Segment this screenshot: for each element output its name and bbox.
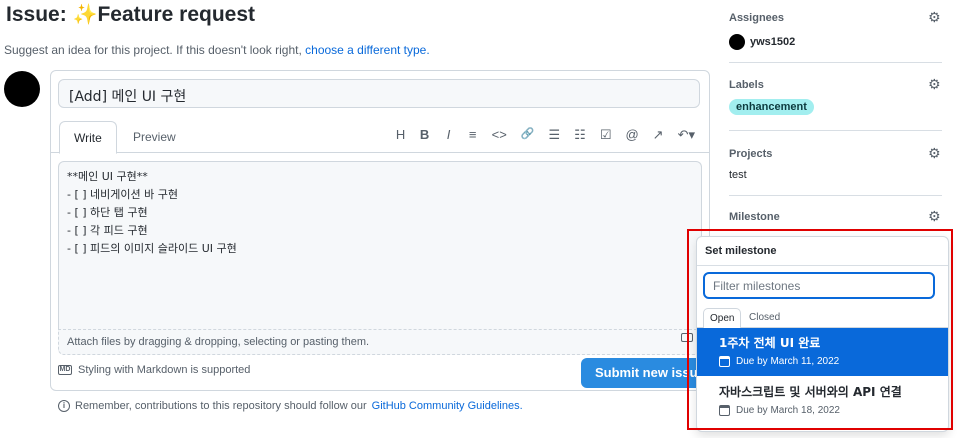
submit-issue-button[interactable]: Submit new issue bbox=[581, 358, 709, 388]
body-line: - [ ] 피드의 이미지 슬라이드 UI 구현 bbox=[67, 242, 237, 255]
milestone-name: 자바스크립트 및 서버와의 API 연결 bbox=[719, 385, 902, 399]
subtitle-text: Suggest an idea for this project. If thi… bbox=[4, 43, 302, 57]
markdown-note-text[interactable]: Styling with Markdown is supported bbox=[78, 364, 250, 376]
markdown-icon bbox=[681, 333, 693, 342]
label-badge: enhancement bbox=[729, 99, 814, 115]
milestone-due-text: Due by March 11, 2022 bbox=[736, 356, 840, 367]
numbered-list-icon[interactable]: ☷ bbox=[574, 127, 586, 143]
body-line: - [ ] 각 피드 구현 bbox=[67, 224, 148, 237]
info-icon: i bbox=[58, 400, 70, 412]
attach-files-area[interactable]: Attach files by dragging & dropping, sel… bbox=[58, 329, 702, 355]
body-line: - [ ] 하단 탭 구현 bbox=[67, 206, 148, 219]
choose-type-link[interactable]: choose a different type. bbox=[305, 43, 430, 57]
markdown-toolbar: H B I ≡ <> 🔗 ☰ ☷ ☑ @ ↗ ↶▾ bbox=[396, 127, 695, 143]
sparkles-icon: ✨ bbox=[72, 4, 98, 26]
sidebar-divider bbox=[729, 62, 942, 63]
milestone-item[interactable]: 1주차 전체 UI 완료 Due by March 11, 2022 bbox=[697, 328, 948, 376]
editor-tabbar: Write Preview H B I ≡ <> 🔗 ☰ ☷ ☑ @ ↗ ↶▾ bbox=[51, 121, 709, 154]
issue-title-input[interactable]: [Add] 메인 UI 구현 bbox=[58, 79, 700, 108]
filter-milestones-input[interactable]: Filter milestones bbox=[703, 272, 935, 299]
task-list-icon[interactable]: ☑ bbox=[600, 127, 612, 143]
issue-type: Feature request bbox=[97, 3, 256, 26]
italic-icon[interactable]: I bbox=[444, 127, 454, 143]
tab-closed[interactable]: Closed bbox=[743, 308, 786, 328]
tab-open[interactable]: Open bbox=[703, 308, 742, 329]
milestone-due: Due by March 11, 2022 bbox=[719, 356, 926, 367]
body-line: - [ ] 네비게이션 바 구현 bbox=[67, 188, 178, 201]
sidebar-labels: Labels ⚙ enhancement bbox=[729, 77, 942, 115]
code-icon[interactable]: <> bbox=[492, 127, 507, 143]
popup-title: Set milestone bbox=[705, 245, 777, 257]
body-line: **메인 UI 구현** bbox=[67, 170, 148, 183]
sidebar-assignees: Assignees ⚙ yws1502 bbox=[729, 10, 942, 50]
labels-heading[interactable]: Labels bbox=[729, 79, 942, 91]
markdown-icon: MD bbox=[58, 365, 72, 375]
projects-heading[interactable]: Projects bbox=[729, 148, 942, 160]
bullet-list-icon[interactable]: ☰ bbox=[549, 127, 561, 143]
avatar bbox=[4, 71, 40, 107]
link-icon[interactable]: 🔗 bbox=[521, 127, 535, 143]
notice-text: Remember, contributions to this reposito… bbox=[75, 400, 367, 412]
issue-subtitle: Suggest an idea for this project. If thi… bbox=[4, 43, 430, 57]
bold-icon[interactable]: B bbox=[420, 127, 430, 143]
assignees-heading[interactable]: Assignees bbox=[729, 12, 942, 24]
gear-icon[interactable]: ⚙ bbox=[928, 209, 942, 223]
milestone-due: Due by March 18, 2022 bbox=[719, 405, 926, 416]
project-name[interactable]: test bbox=[729, 169, 942, 181]
reference-icon[interactable]: ↗ bbox=[653, 127, 664, 143]
gear-icon[interactable]: ⚙ bbox=[928, 10, 942, 24]
issue-title-prefix: Issue: bbox=[6, 3, 67, 26]
tab-write[interactable]: Write bbox=[59, 121, 117, 154]
sidebar-milestone: Milestone ⚙ bbox=[729, 209, 942, 223]
markdown-note: MD Styling with Markdown is supported bbox=[58, 364, 250, 376]
undo-icon[interactable]: ↶▾ bbox=[678, 127, 695, 143]
gear-icon[interactable]: ⚙ bbox=[928, 77, 942, 91]
calendar-icon bbox=[719, 405, 730, 416]
issue-editor: [Add] 메인 UI 구현 Write Preview H B I ≡ <> … bbox=[50, 70, 710, 391]
sidebar-projects: Projects ⚙ test bbox=[729, 146, 942, 181]
guidelines-link[interactable]: GitHub Community Guidelines. bbox=[372, 400, 523, 412]
sidebar-divider bbox=[729, 130, 942, 131]
popup-divider bbox=[697, 265, 948, 266]
mention-icon[interactable]: @ bbox=[625, 127, 638, 143]
milestone-tabs: Open Closed bbox=[697, 308, 948, 329]
assignee[interactable]: yws1502 bbox=[729, 34, 942, 50]
milestone-popup: Set milestone Filter milestones Open Clo… bbox=[696, 236, 949, 432]
assignee-name: yws1502 bbox=[750, 36, 796, 48]
avatar bbox=[729, 34, 745, 50]
heading-icon[interactable]: H bbox=[396, 127, 406, 143]
issue-title: Issue: ✨Feature request bbox=[6, 2, 255, 27]
gear-icon[interactable]: ⚙ bbox=[928, 146, 942, 160]
milestone-heading[interactable]: Milestone bbox=[729, 211, 942, 223]
issue-body-textarea[interactable]: **메인 UI 구현** - [ ] 네비게이션 바 구현 - [ ] 하단 탭… bbox=[58, 161, 702, 351]
quote-icon[interactable]: ≡ bbox=[468, 127, 478, 143]
milestone-due-text: Due by March 18, 2022 bbox=[736, 405, 840, 416]
tab-preview[interactable]: Preview bbox=[119, 121, 190, 153]
milestone-name: 1주차 전체 UI 완료 bbox=[719, 336, 821, 350]
calendar-icon bbox=[719, 356, 730, 367]
contribution-notice: i Remember, contributions to this reposi… bbox=[58, 400, 523, 412]
sidebar-divider bbox=[729, 195, 942, 196]
milestone-item[interactable]: 자바스크립트 및 서버와의 API 연결 Due by March 18, 20… bbox=[697, 377, 948, 425]
